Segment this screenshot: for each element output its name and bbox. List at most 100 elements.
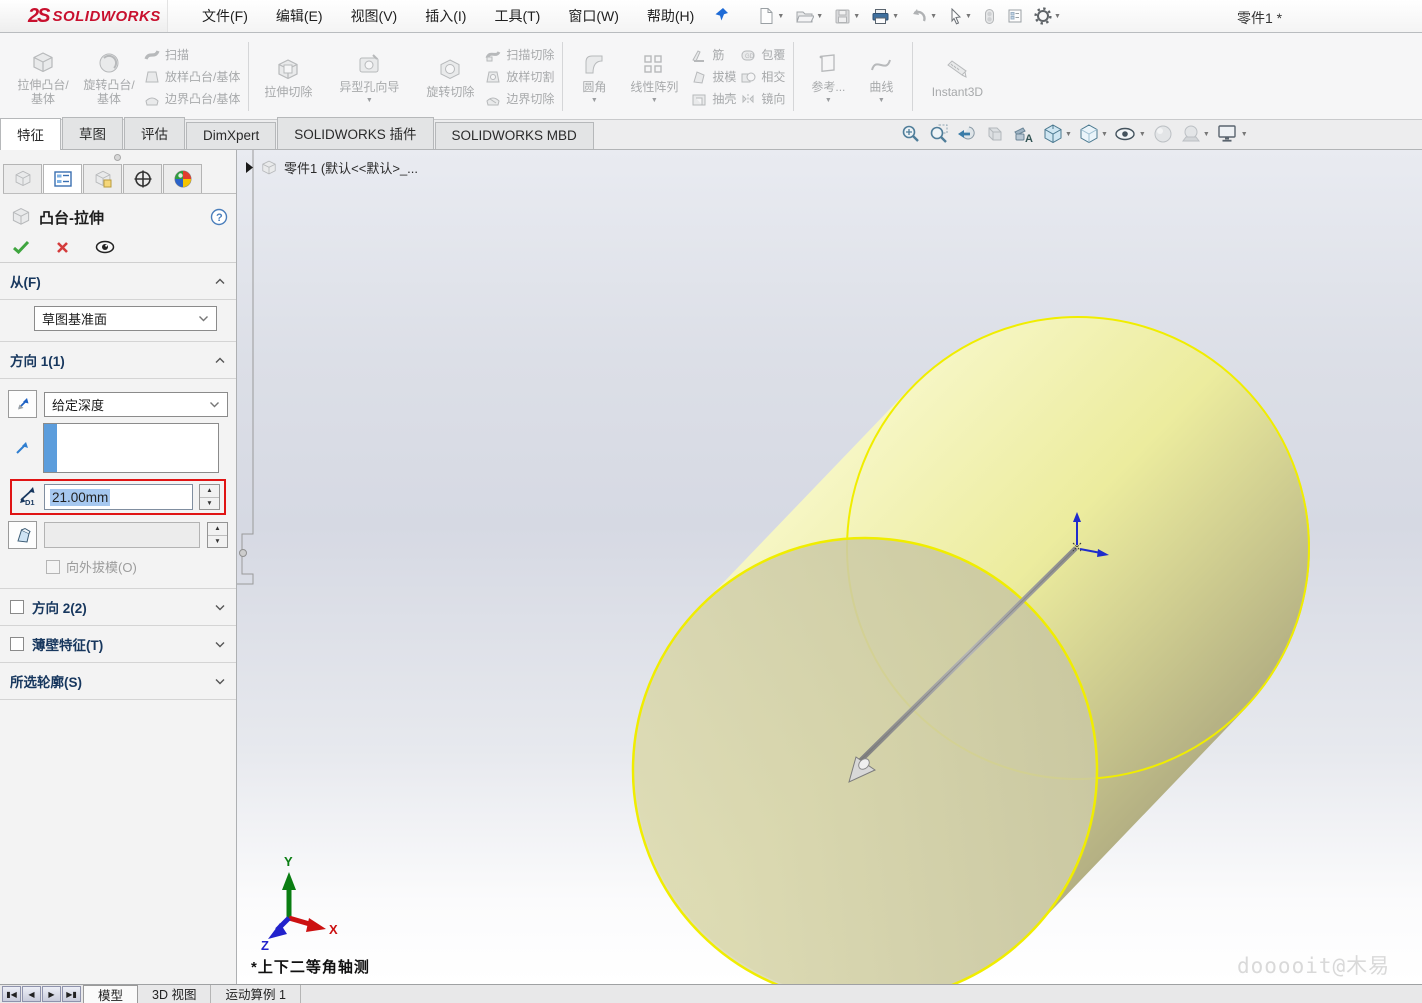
depth-spinner[interactable]: ▲ ▼ [199,484,220,510]
depth-input[interactable]: 21.00mm [44,484,193,510]
fillet-button[interactable]: 圆角 ▼ [571,48,617,106]
help-icon[interactable]: ? [210,208,228,226]
apply-scene-icon[interactable]: ▼ [1180,123,1210,145]
tab-3d-views[interactable]: 3D 视图 [138,985,212,1003]
tab-sketch[interactable]: 草图 [62,117,123,149]
revolved-boss-base-button[interactable]: 旋转凸台/基体 [78,46,140,107]
curves-caret-icon[interactable]: ▼ [878,97,885,105]
zoom-fit-icon[interactable] [900,123,922,145]
boundary-cut-button[interactable]: 边界切除 [485,90,554,107]
rib-button[interactable]: 筋 [691,46,736,63]
extruded-boss-base-button[interactable]: 拉伸凸台/基体 [12,46,74,107]
swept-boss-button[interactable]: 扫描 [144,46,240,63]
hide-show-caret-icon[interactable]: ▼ [1139,131,1146,138]
options-caret-icon[interactable]: ▼ [1054,13,1061,20]
intersect-button[interactable]: 相交 [740,68,785,85]
menu-insert[interactable]: 插入(I) [413,0,478,32]
menu-file[interactable]: 文件(F) [190,0,260,32]
view-settings-caret-icon[interactable]: ▼ [1241,131,1248,138]
ok-check-icon[interactable] [12,240,30,254]
menu-tools[interactable]: 工具(T) [482,0,552,32]
start-condition-dropdown[interactable]: 草图基准面 [34,306,217,331]
mirror-button[interactable]: 镜向 [740,90,785,107]
flyout-tree-root-label[interactable]: 零件1 (默认<<默认>_... [284,158,418,177]
hole-wizard-caret-icon[interactable]: ▼ [366,97,373,105]
tab-motion-study[interactable]: 运动算例 1 [211,985,301,1003]
direction2-checkbox[interactable] [10,600,24,614]
linear-pattern-caret-icon[interactable]: ▼ [651,97,658,105]
spinner-down-icon[interactable]: ▼ [200,498,219,510]
configurationmanager-tab[interactable] [83,164,122,193]
collapse-chevron-icon[interactable] [214,356,226,364]
displaymanager-tab[interactable] [163,164,202,193]
draft-on-off-button[interactable] [8,521,37,549]
undo-caret-icon[interactable]: ▼ [930,13,937,20]
revolved-cut-button[interactable]: 旋转切除 [419,53,481,100]
thin-feature-checkbox[interactable] [10,637,24,651]
menu-window[interactable]: 窗口(W) [556,0,631,32]
reverse-direction-button[interactable] [8,390,37,418]
nav-prev-button[interactable]: ◀ [22,986,41,1002]
tab-solidworks-addins[interactable]: SOLIDWORKS 插件 [277,117,434,149]
spinner-up-icon[interactable]: ▲ [200,485,219,498]
tab-features[interactable]: 特征 [0,118,61,150]
save-caret-icon[interactable]: ▼ [853,13,860,20]
hide-show-items-icon[interactable]: ▼ [1114,123,1146,145]
swept-cut-button[interactable]: 扫描切除 [485,46,554,63]
tab-dimxpert[interactable]: DimXpert [186,122,277,149]
reference-geometry-button[interactable]: 参考... ▼ [802,48,854,106]
direction-reference-selection-box[interactable] [43,423,219,473]
extruded-cut-button[interactable]: 拉伸切除 [257,53,319,100]
view-settings-icon[interactable]: ▼ [1216,123,1248,145]
section-view-icon[interactable] [984,123,1006,145]
instant3d-button[interactable]: Instant3D [921,53,993,100]
section-thin-feature-header[interactable]: 薄壁特征(T) [0,626,236,663]
menu-view[interactable]: 视图(V) [339,0,410,32]
tab-solidworks-mbd[interactable]: SOLIDWORKS MBD [434,122,594,149]
previous-view-icon[interactable] [956,123,978,145]
print-button[interactable]: ▼ [868,6,902,27]
section-from-header[interactable]: 从(F) [0,263,236,300]
save-button[interactable]: ▼ [831,6,863,27]
print-caret-icon[interactable]: ▼ [892,13,899,20]
preview-eye-icon[interactable] [95,240,115,254]
panel-splitter-strip[interactable] [237,150,254,585]
end-condition-dropdown[interactable]: 给定深度 [44,391,228,417]
spinner-down-icon[interactable]: ▼ [208,536,227,548]
select-button[interactable]: ▼ [945,6,975,27]
nav-first-button[interactable]: ▮◀ [2,986,21,1002]
panel-splitter-handle[interactable] [114,154,121,161]
rebuild-button[interactable] [980,6,999,27]
expand-chevron-icon[interactable] [214,677,226,685]
new-document-button[interactable]: ▼ [755,5,787,27]
section-direction1-header[interactable]: 方向 1(1) [0,342,236,379]
open-caret-icon[interactable]: ▼ [816,13,823,20]
select-caret-icon[interactable]: ▼ [965,13,972,20]
section-selected-contours-header[interactable]: 所选轮廓(S) [0,663,236,700]
lofted-cut-button[interactable]: 放样切割 [485,68,554,85]
propertymanager-tab[interactable] [43,164,82,193]
edit-appearance-icon[interactable] [1152,123,1174,145]
lofted-boss-button[interactable]: 放样凸台/基体 [144,68,240,85]
nav-last-button[interactable]: ▶▮ [62,986,81,1002]
zoom-area-icon[interactable] [928,123,950,145]
tab-model[interactable]: 模型 [83,985,139,1003]
boundary-boss-button[interactable]: 边界凸台/基体 [144,90,240,107]
spinner-up-icon[interactable]: ▲ [208,523,227,536]
expand-chevron-icon[interactable] [214,640,226,648]
view-orientation-icon[interactable]: ▼ [1042,123,1072,145]
draft-button-ribbon[interactable]: 拔模 [691,68,736,85]
nav-next-button[interactable]: ▶ [42,986,61,1002]
graphics-viewport[interactable]: Y X Z 零件1 (默认<<默认>_... *上下二等角轴测 dooooit@… [237,150,1422,984]
draft-outward-checkbox[interactable] [46,559,60,574]
menu-help[interactable]: 帮助(H) [635,0,706,32]
pin-menu-icon[interactable] [714,7,729,25]
flyout-expand-arrow-icon[interactable] [245,162,254,173]
menu-edit[interactable]: 编辑(E) [264,0,335,32]
expand-chevron-icon[interactable] [214,603,226,611]
display-style-caret-icon[interactable]: ▼ [1101,131,1108,138]
section-direction2-header[interactable]: 方向 2(2) [0,588,236,626]
new-document-caret-icon[interactable]: ▼ [777,13,784,20]
dynamic-annotation-views-icon[interactable]: A [1012,123,1036,145]
curves-button[interactable]: 曲线 ▼ [858,48,904,106]
